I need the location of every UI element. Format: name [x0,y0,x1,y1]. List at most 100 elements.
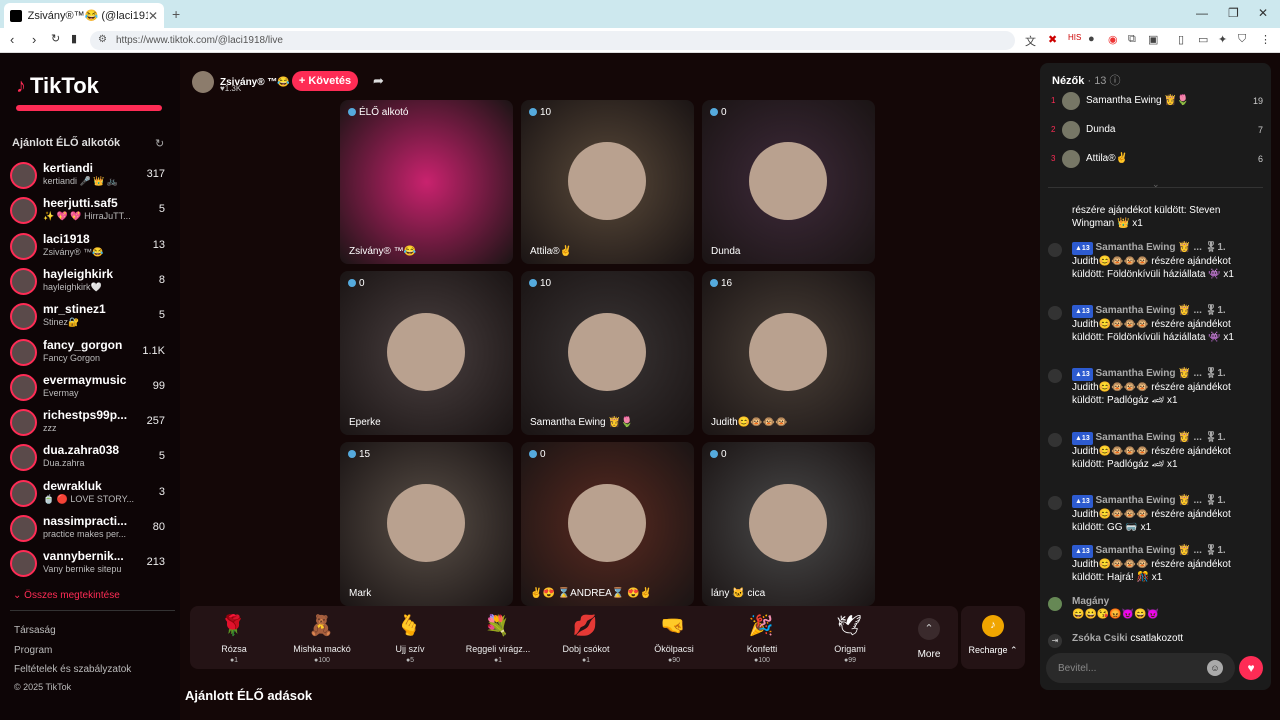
creator-row[interactable]: vannybernik... Vany bernike sitepu 213 [10,547,175,579]
translate-icon[interactable]: 文 [1025,33,1036,49]
viewer-count: 8 [158,273,165,286]
reload-icon[interactable]: ↻ [51,32,60,45]
gift-item[interactable]: 🫰 Ujj szív ●5 [366,606,454,669]
sparkle-icon[interactable]: ✦ [1218,33,1227,46]
chat-username[interactable]: ▲13 Samantha Ewing 👸 ... 🎖1. [1072,367,1262,381]
site-info-icon[interactable]: ⚙ [98,34,107,45]
viewer-avatar[interactable] [1062,121,1080,139]
creator-avatar[interactable] [10,444,37,472]
creator-row[interactable]: kertiandi kertiandi 🎤 👑 🚲 317 [10,159,175,191]
heart-button[interactable]: ♥ [1239,656,1263,680]
creator-avatar[interactable] [10,267,37,295]
follow-button[interactable]: + Követés [292,71,358,91]
creator-row[interactable]: richestps99p... zzz 257 [10,406,175,438]
more-gifts-button[interactable]: ⌃ More [909,614,949,664]
creator-row[interactable]: nassimpracti... practice makes per... 80 [10,512,175,544]
guest-score: 10 [529,107,551,118]
chat-username[interactable]: ▲13 Samantha Ewing 👸 ... 🎖1. [1072,304,1262,318]
gift-item[interactable]: 🕊 Origami ●99 [806,606,894,669]
extension-icon[interactable]: ● [1088,33,1095,45]
guest-tile[interactable]: 0 Dunda [702,100,875,264]
creator-row[interactable]: heerjutti.saf5 ✨ 💖 💖 HirraJuTT... 5 [10,194,175,226]
guest-tile[interactable]: 0 Eperke [340,271,513,435]
creator-row[interactable]: evermaymusic Evermay 99 [10,371,175,403]
extension-icon[interactable]: HIS [1068,33,1081,42]
creator-row[interactable]: laci1918 Zsivány® ™😂 13 [10,230,175,262]
guest-tile[interactable]: 10 Samantha Ewing 👸🌷 [521,271,694,435]
creator-row[interactable]: dewrakluk 🍵 🔴 LOVE STORY... 3 [10,477,175,509]
extension-icon[interactable]: ◉ [1108,33,1118,46]
creator-avatar[interactable] [10,550,37,578]
guest-tile[interactable]: 0 ✌😍 ⌛ANDREA⌛ 😍✌ [521,442,694,606]
sidebar-icon[interactable]: ▯ [1178,33,1184,46]
viewer-count: 80 [152,521,165,533]
creator-avatar[interactable] [10,197,37,225]
dobj-cs-kot-icon: 💋 [572,615,598,637]
gift-item[interactable]: 🎉 Konfetti ●100 [718,606,806,669]
guest-tile[interactable]: 16 Judith😊🐵🐵🐵 [702,271,875,435]
viewer-row[interactable]: 3 Attila®✌ 6 [1048,149,1263,171]
creator-avatar[interactable] [10,515,37,542]
creator-row[interactable]: dua.zahra038 Dua.zahra 5 [10,441,175,473]
gift-item[interactable]: 💋 Dobj csókot ●1 [542,606,630,669]
share-icon[interactable]: ➦ [373,73,384,89]
new-tab-icon[interactable]: + [172,6,180,22]
gift-item[interactable]: 🧸 Mishka mackó ●100 [278,606,366,669]
creator-row[interactable]: mr_stinez1 Stinez🔐 5 [10,300,175,332]
chat-username[interactable]: ▲13 Samantha Ewing 👸 ... 🎖1. [1072,494,1262,508]
footer-program-link[interactable]: Program [14,645,52,656]
emoji-icon[interactable]: ☺ [1207,660,1223,676]
footer-company-link[interactable]: Társaság [14,625,56,636]
recharge-button[interactable]: ♪ Recharge ⌃ [961,606,1025,669]
refresh-icon[interactable]: ↻ [155,137,164,150]
gift-item[interactable]: 🌹 Rózsa ●1 [190,606,278,669]
see-all-link[interactable]: ⌄ Összes megtekintése [13,590,120,601]
guest-tile[interactable]: ÉLŐ alkotó Zsivány® ™😂 [340,100,513,264]
window-close-icon[interactable]: ✕ [1258,6,1268,20]
wallet-icon[interactable]: ▭ [1198,33,1208,46]
back-icon[interactable]: ‹ [10,32,14,47]
creator-avatar[interactable] [10,409,37,437]
shield-icon[interactable]: ⛉ [1238,33,1246,46]
menu-icon[interactable]: ⋮ [1260,33,1271,46]
puzzle-icon[interactable]: ⧉ [1128,33,1136,46]
creator-row[interactable]: hayleighkirk hayleighkirk🤍 8 [10,265,175,297]
browser-tab[interactable]: Zsivány®™😂 (@laci1918) ÉLŐ ✕ [4,3,164,28]
gift-item[interactable]: 💐 Reggeli virágz... ●1 [454,606,542,669]
tiktok-logo[interactable]: ♪ TikTok [16,73,99,99]
creator-avatar[interactable] [10,303,37,331]
viewer-row[interactable]: 1 Samantha Ewing 👸🌷 19 [1048,91,1263,113]
creator-avatar[interactable] [10,162,37,189]
info-icon[interactable]: ⓘ [1110,75,1121,87]
viewer-avatar[interactable] [1062,92,1080,110]
viewer-row[interactable]: 2 Dunda 7 [1048,120,1263,142]
user-avatar[interactable] [1048,597,1062,611]
chevron-down-icon[interactable]: ⌄ [1152,179,1160,190]
bookmark-icon[interactable]: ▮ [71,32,77,45]
chat-username[interactable]: ▲13 Samantha Ewing 👸 ... 🎖1. [1072,241,1262,255]
chat-username[interactable]: Zsóka Csiki [1072,633,1128,644]
chat-username[interactable]: ▲13 Samantha Ewing 👸 ... 🎖1. [1072,544,1262,558]
forward-icon[interactable]: › [32,32,36,47]
creator-avatar[interactable] [10,232,37,260]
address-bar[interactable]: ⚙ https://www.tiktok.com/@laci1918/live [90,31,1015,50]
chat-username[interactable]: Magány [1072,595,1262,608]
footer-terms-link[interactable]: Feltételek és szabályzatok [14,664,131,675]
host-info[interactable]: Zsivány® ™😂 ♥1.3K [192,70,290,94]
extension-icon[interactable]: ✖ [1048,33,1057,46]
viewer-avatar[interactable] [1062,150,1080,168]
host-avatar[interactable] [192,71,214,93]
creator-avatar[interactable] [10,373,37,401]
chat-username[interactable]: ▲13 Samantha Ewing 👸 ... 🎖1. [1072,431,1262,445]
guest-tile[interactable]: 10 Attila®✌ [521,100,694,264]
minimize-icon[interactable]: — [1196,6,1208,20]
creator-avatar[interactable] [10,338,37,366]
guest-tile[interactable]: 15 Mark [340,442,513,606]
tab-close-icon[interactable]: ✕ [148,9,158,23]
extension-icon[interactable]: ▣ [1148,33,1158,46]
creator-avatar[interactable] [10,479,37,507]
maximize-icon[interactable]: ❐ [1228,6,1239,20]
gift-item[interactable]: 🤜 Ökölpacsi ●90 [630,606,718,669]
guest-tile[interactable]: 0 lány 🐱 cica [702,442,875,606]
creator-row[interactable]: fancy_gorgon Fancy Gorgon 1.1K [10,336,175,368]
